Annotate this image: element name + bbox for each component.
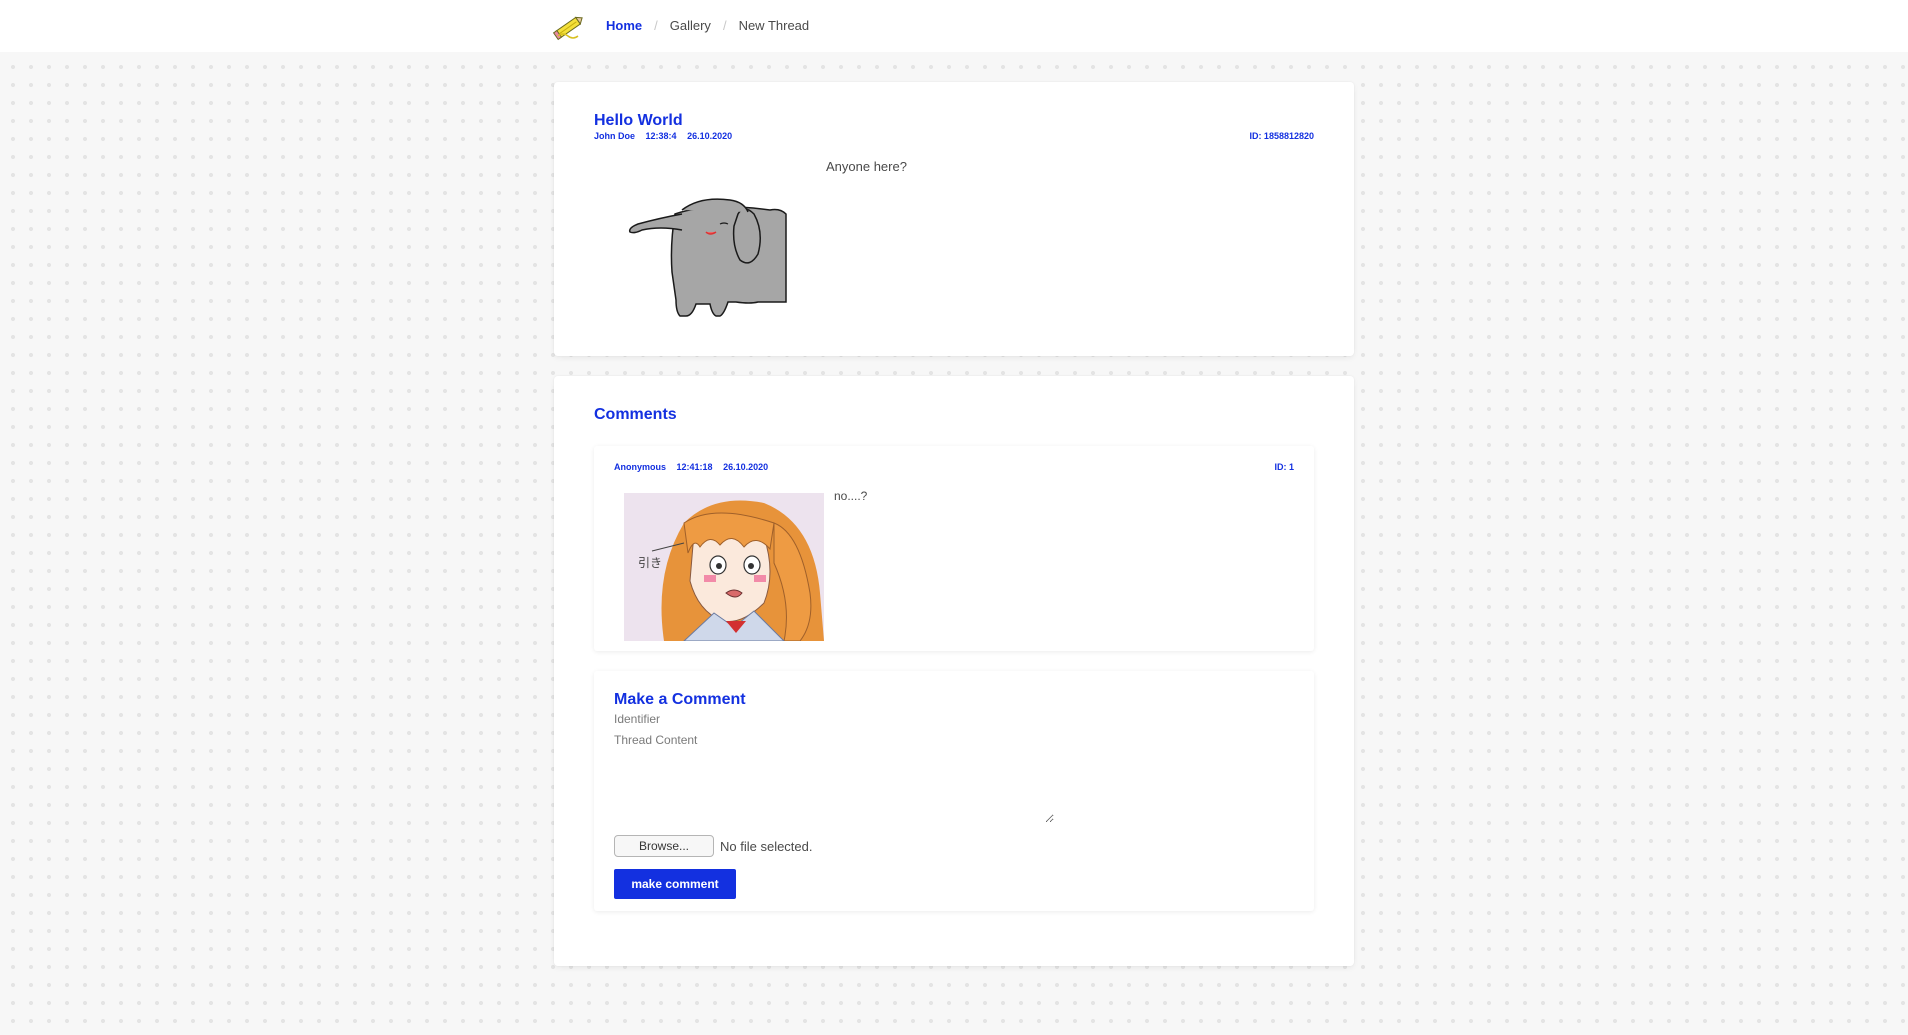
nav-new-thread-link[interactable]: New Thread (739, 18, 810, 33)
comment-time: 12:41:18 (676, 462, 713, 472)
breadcrumb-separator: / (654, 18, 658, 33)
make-comment-button[interactable]: make comment (614, 869, 736, 899)
top-navbar: Home / Gallery / New Thread (0, 0, 1908, 52)
thread-author: John Doe (594, 131, 636, 141)
anime-girl-drawing-image[interactable]: 引き (624, 493, 824, 641)
comment-author: Anonymous (614, 462, 667, 472)
thread-content-textarea[interactable] (614, 733, 1054, 823)
elephant-drawing-image[interactable] (620, 174, 826, 324)
nav-gallery-link[interactable]: Gallery (670, 18, 711, 33)
breadcrumb: Home / Gallery / New Thread (606, 18, 809, 33)
comment-body-text: no....? (834, 489, 868, 503)
identifier-input[interactable] (614, 709, 914, 729)
comments-heading: Comments (594, 406, 677, 423)
thread-body-text: Anyone here? (826, 159, 907, 174)
thread-meta: John Doe 12:38:4 26.10.2020 (594, 131, 740, 141)
browse-button[interactable]: Browse... (614, 835, 714, 857)
thread-id: ID: 1858812820 (1249, 131, 1314, 141)
comment-form: Make a Comment Browse... No file selecte… (594, 671, 1314, 911)
file-status-text: No file selected. (720, 838, 813, 854)
thread-time: 12:38:4 (645, 131, 677, 141)
comment-card: Anonymous 12:41:18 26.10.2020 ID: 1 引き n… (594, 446, 1314, 651)
comment-meta: Anonymous 12:41:18 26.10.2020 (614, 462, 776, 472)
comment-id: ID: 1 (1274, 462, 1294, 472)
pencil-logo-icon[interactable] (552, 12, 586, 42)
nav-home-link[interactable]: Home (606, 18, 642, 33)
comment-date: 26.10.2020 (723, 462, 769, 472)
breadcrumb-separator: / (722, 18, 727, 33)
thread-post: Hello World John Doe 12:38:4 26.10.2020 … (554, 82, 1354, 356)
thread-date: 26.10.2020 (687, 131, 733, 141)
thread-title: Hello World (594, 112, 683, 129)
comments-section: Comments Anonymous 12:41:18 26.10.2020 I… (554, 376, 1354, 966)
file-upload-row: Browse... No file selected. (614, 835, 813, 857)
form-heading: Make a Comment (614, 691, 746, 708)
svg-text:引き: 引き (638, 556, 662, 570)
